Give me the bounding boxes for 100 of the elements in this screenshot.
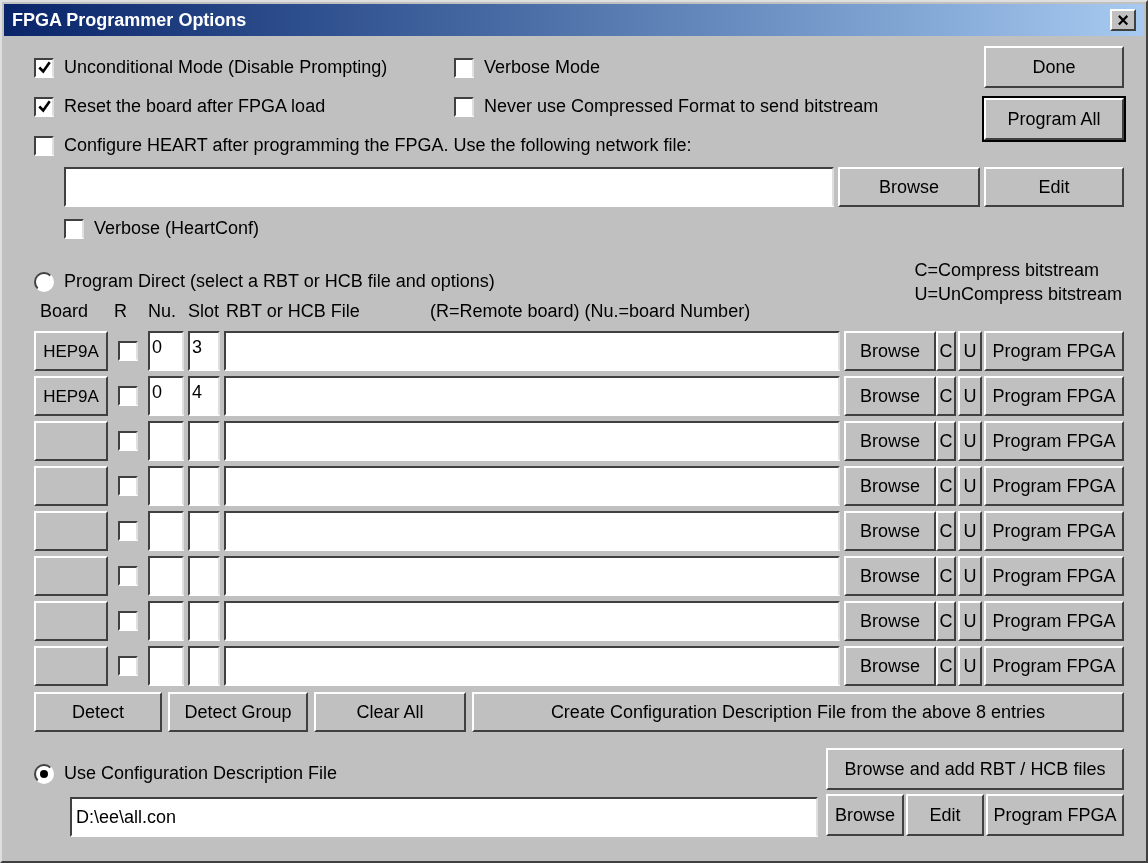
checkbox[interactable] — [118, 566, 138, 586]
browse-button[interactable]: Browse — [844, 331, 936, 371]
slot-field[interactable] — [188, 511, 220, 551]
browse-button[interactable]: Browse — [844, 601, 936, 641]
number-field[interactable] — [148, 421, 184, 461]
slot-field[interactable] — [188, 646, 220, 686]
slot-field[interactable] — [188, 601, 220, 641]
board-button[interactable] — [34, 601, 108, 641]
browse-button[interactable]: Browse — [838, 167, 980, 207]
edit-button[interactable]: Edit — [906, 794, 984, 836]
file-field[interactable] — [224, 511, 840, 551]
window-title: FPGA Programmer Options — [12, 8, 247, 32]
uncompress-button[interactable]: U — [958, 376, 982, 416]
clear-all-button[interactable]: Clear All — [314, 692, 466, 732]
file-field[interactable] — [224, 646, 840, 686]
browse-button[interactable]: Browse — [844, 376, 936, 416]
compress-button[interactable]: C — [936, 556, 956, 596]
slot-field[interactable] — [188, 421, 220, 461]
number-field[interactable] — [148, 601, 184, 641]
file-field[interactable] — [224, 376, 840, 416]
edit-button[interactable]: Edit — [984, 167, 1124, 207]
file-field[interactable] — [224, 601, 840, 641]
detect-group-button[interactable]: Detect Group — [168, 692, 308, 732]
browse-add-button[interactable]: Browse and add RBT / HCB files — [826, 748, 1124, 790]
browse-button[interactable]: Browse — [844, 646, 936, 686]
browse-button[interactable]: Browse — [844, 466, 936, 506]
slot-field[interactable] — [188, 556, 220, 596]
slot-field[interactable]: 4 — [188, 376, 220, 416]
checkbox-label: Verbose Mode — [484, 56, 601, 79]
browse-button[interactable]: Browse — [844, 421, 936, 461]
checkbox[interactable] — [118, 521, 138, 541]
file-field[interactable] — [224, 421, 840, 461]
compress-button[interactable]: C — [936, 421, 956, 461]
uncompress-button[interactable]: U — [958, 331, 982, 371]
uncompress-button[interactable]: U — [958, 511, 982, 551]
network-file-field[interactable] — [64, 167, 834, 207]
uncompress-button[interactable]: U — [958, 646, 982, 686]
config-file-field[interactable]: D:\ee\all.con — [70, 797, 818, 837]
uncompress-button[interactable]: U — [958, 421, 982, 461]
file-field[interactable] — [224, 556, 840, 596]
program-fpga-button[interactable]: Program FPGA — [984, 556, 1124, 596]
checkbox[interactable] — [118, 476, 138, 496]
checkbox[interactable] — [118, 341, 138, 361]
number-field[interactable] — [148, 556, 184, 596]
column-header: R — [114, 300, 128, 323]
checkbox[interactable] — [118, 431, 138, 451]
number-field[interactable] — [148, 511, 184, 551]
browse-button[interactable]: Browse — [844, 511, 936, 551]
uncompress-button[interactable]: U — [958, 466, 982, 506]
checkbox[interactable] — [34, 96, 54, 117]
uncompress-button[interactable]: U — [958, 601, 982, 641]
board-button[interactable] — [34, 466, 108, 506]
close-button[interactable]: × — [1110, 9, 1136, 31]
program-fpga-button[interactable]: Program FPGA — [986, 794, 1124, 836]
slot-field[interactable]: 3 — [188, 331, 220, 371]
column-header: Slot — [188, 300, 221, 323]
browse-button[interactable]: Browse — [844, 556, 936, 596]
compress-button[interactable]: C — [936, 511, 956, 551]
checkbox[interactable] — [34, 57, 54, 78]
file-field[interactable] — [224, 331, 840, 371]
create-file-button[interactable]: Create Configuration Description File from the above 8 entries — [472, 692, 1124, 732]
board-button[interactable] — [34, 556, 108, 596]
program-fpga-button[interactable]: Program FPGA — [984, 331, 1124, 371]
program-fpga-button[interactable]: Program FPGA — [984, 646, 1124, 686]
board-button[interactable]: HEP9A — [34, 376, 108, 416]
number-field[interactable]: 0 — [148, 376, 184, 416]
checkbox[interactable] — [118, 386, 138, 406]
board-button[interactable] — [34, 646, 108, 686]
checkbox[interactable] — [118, 611, 138, 631]
program-fpga-button[interactable]: Program FPGA — [984, 421, 1124, 461]
program-fpga-button[interactable]: Program FPGA — [984, 601, 1124, 641]
checkbox[interactable] — [454, 57, 474, 78]
radio-button[interactable] — [34, 763, 54, 784]
compress-button[interactable]: C — [936, 601, 956, 641]
radio-button[interactable] — [34, 271, 54, 292]
board-button[interactable]: HEP9A — [34, 331, 108, 371]
checkbox[interactable] — [64, 218, 84, 239]
program-fpga-button[interactable]: Program FPGA — [984, 376, 1124, 416]
number-field[interactable]: 0 — [148, 331, 184, 371]
compress-button[interactable]: C — [936, 466, 956, 506]
checkbox[interactable] — [34, 135, 54, 156]
program-all-button[interactable]: Program All — [984, 98, 1124, 140]
checkbox[interactable] — [454, 96, 474, 117]
slot-field[interactable] — [188, 466, 220, 506]
detect-button[interactable]: Detect — [34, 692, 162, 732]
number-field[interactable] — [148, 466, 184, 506]
program-fpga-button[interactable]: Program FPGA — [984, 511, 1124, 551]
compress-button[interactable]: C — [936, 376, 956, 416]
checkbox[interactable] — [118, 656, 138, 676]
column-header: Board — [39, 300, 90, 323]
board-button[interactable] — [34, 511, 108, 551]
compress-button[interactable]: C — [936, 331, 956, 371]
browse-button[interactable]: Browse — [826, 794, 904, 836]
board-button[interactable] — [34, 421, 108, 461]
uncompress-button[interactable]: U — [958, 556, 982, 596]
number-field[interactable] — [148, 646, 184, 686]
compress-button[interactable]: C — [936, 646, 956, 686]
file-field[interactable] — [224, 466, 840, 506]
program-fpga-button[interactable]: Program FPGA — [984, 466, 1124, 506]
done-button[interactable]: Done — [984, 46, 1124, 88]
